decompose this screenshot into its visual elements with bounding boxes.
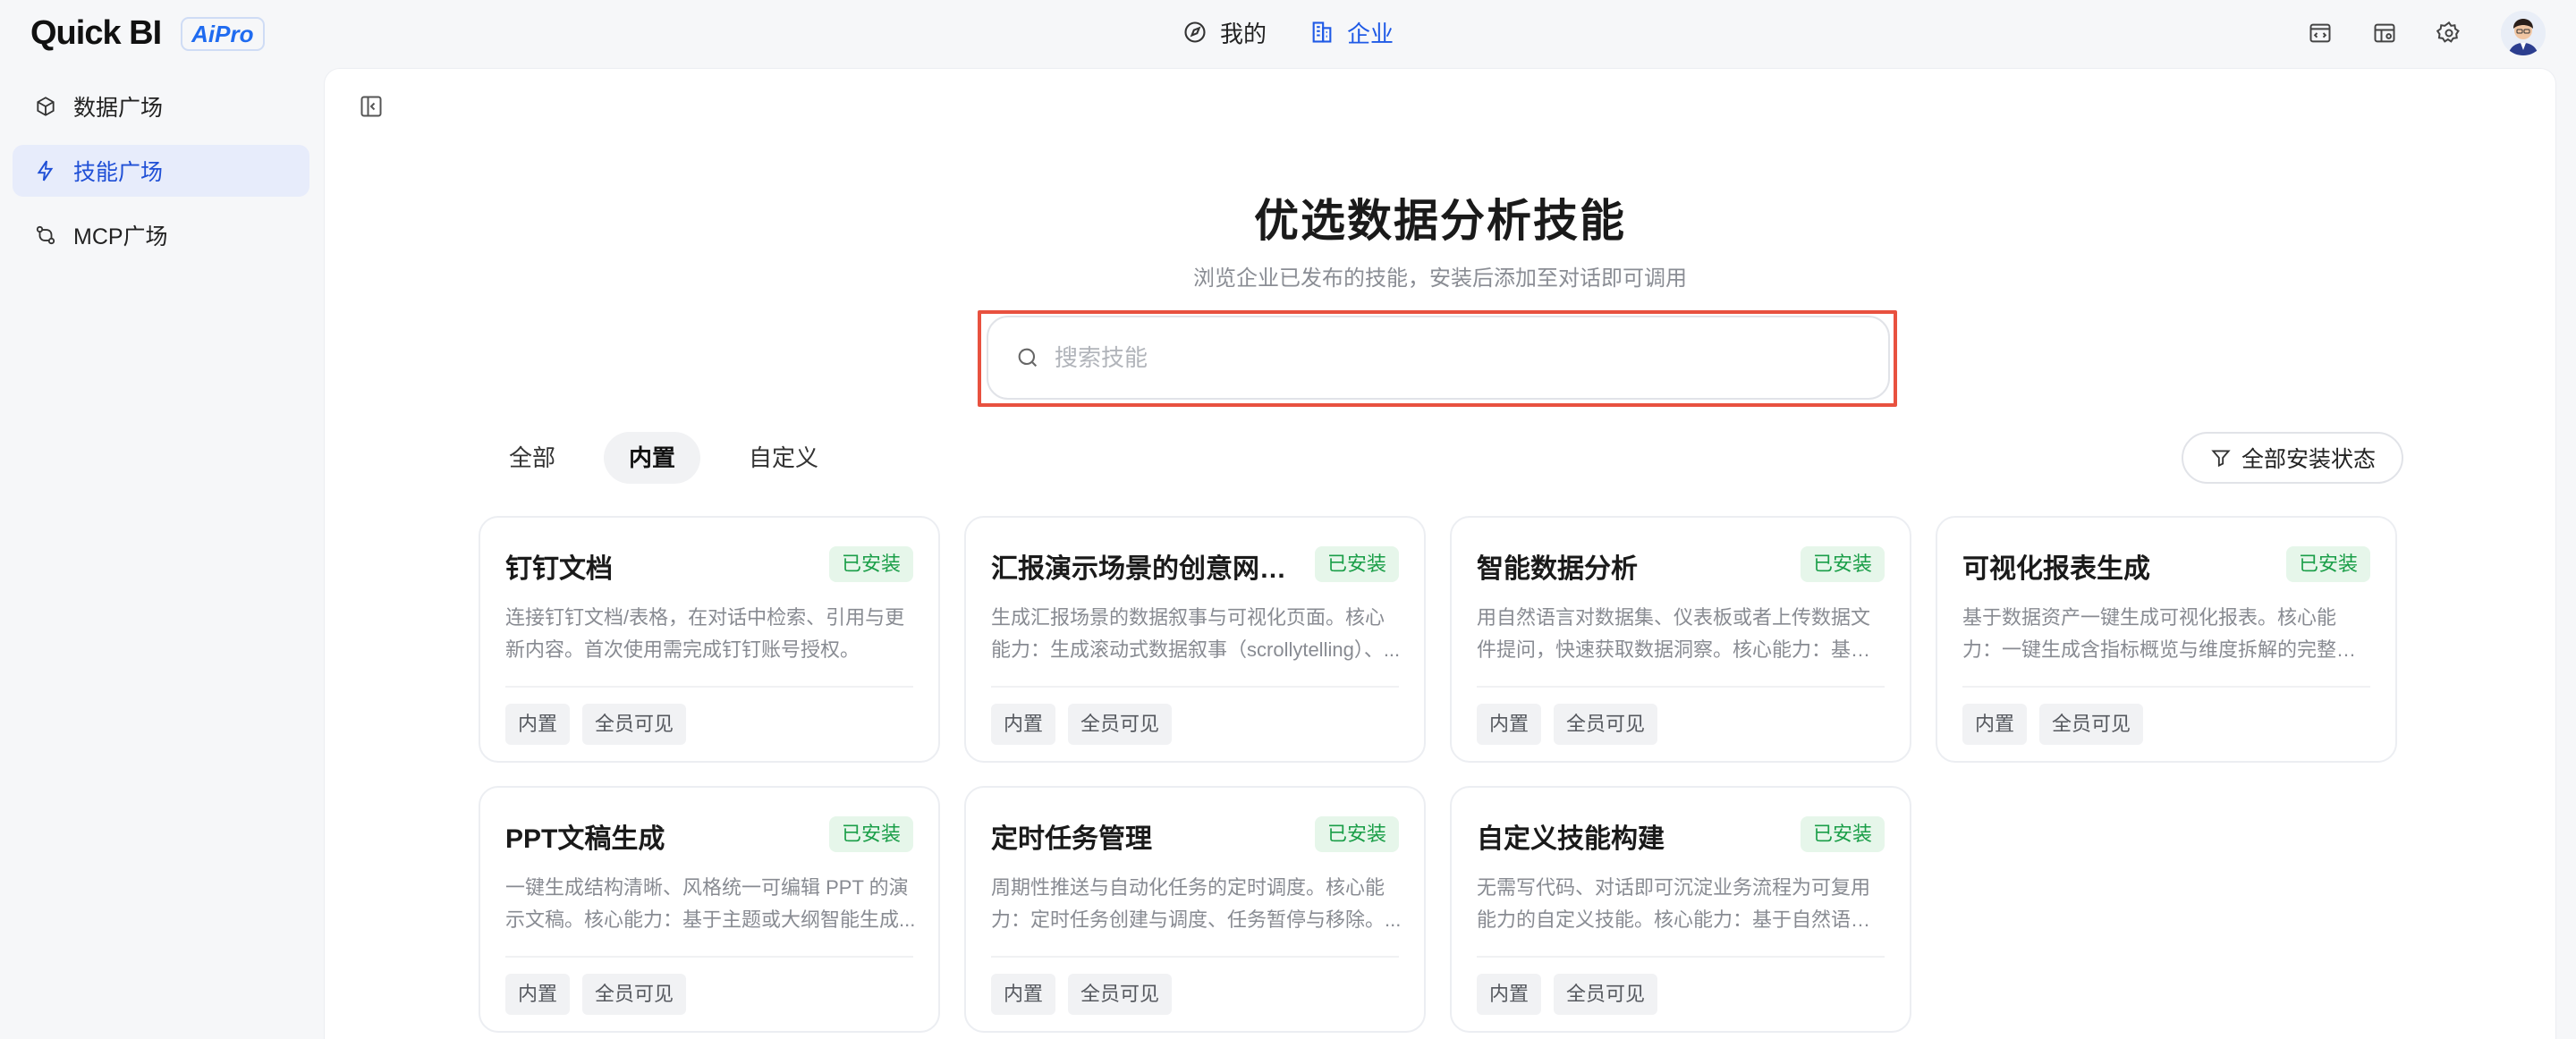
tag-visibility: 全员可见 (1068, 974, 1173, 1015)
installed-badge: 已安装 (1314, 546, 1399, 582)
main-panel: 优选数据分析技能 浏览企业已发布的技能，安装后添加至对话即可调用 全部 内置 自… (324, 68, 2556, 1039)
tag-builtin: 内置 (505, 704, 571, 745)
sidebar-item-skill-square[interactable]: 技能广场 (13, 145, 309, 197)
search-icon (1018, 348, 1038, 367)
card-divider (505, 956, 913, 958)
card-description: 基于数据资产一键生成可视化报表。核心能力：一键生成含指标概览与维度拆解的完整报表… (1962, 606, 2357, 661)
tag-visibility: 全员可见 (2039, 704, 2144, 745)
tag-builtin: 内置 (1477, 704, 1542, 745)
card-divider (991, 956, 1399, 958)
skill-card-scheduled-tasks[interactable]: 定时任务管理 已安装 周期性推送与自动化任务的定时调度。核心能力：定时任务创建与… (964, 786, 1426, 1033)
tag-visibility: 全员可见 (1554, 704, 1658, 745)
lightning-icon (37, 160, 54, 182)
filter-label: 全部安装状态 (2241, 447, 2376, 472)
card-tags: 内置 全员可见 (505, 704, 687, 745)
card-description: 无需写代码、对话即可沉淀业务流程为可复用能力的自定义技能。核心能力：基于自然语言… (1477, 876, 1871, 931)
sidebar: 数据广场 技能广场 MCP广场 (13, 80, 309, 274)
skill-card-dingtalk-docs[interactable]: 钉钉文档 已安装 连接钉钉文档/表格，在对话中检索、引用与更新内容。首次使用需完… (479, 516, 940, 763)
top-bar: Quick BI AiPro 我的 企业 (0, 0, 2576, 66)
table-settings-icon[interactable] (2372, 21, 2397, 46)
tab-builtin[interactable]: 内置 (604, 432, 701, 484)
category-tabs: 全部 内置 自定义 (484, 432, 843, 484)
card-tags: 内置 全员可见 (505, 974, 687, 1015)
tag-visibility: 全员可见 (1068, 704, 1173, 745)
avatar[interactable] (2501, 11, 2546, 55)
skill-card-ppt[interactable]: PPT文稿生成 已安装 一键生成结构清晰、风格统一可编辑 PPT 的演示文稿。核… (479, 786, 940, 1033)
code-window-icon[interactable] (2308, 21, 2333, 46)
card-tags: 内置 全员可见 (1477, 974, 1658, 1015)
user-avatar-icon (2501, 11, 2546, 55)
page-subtitle: 浏览企业已发布的技能，安装后添加至对话即可调用 (1193, 266, 1687, 291)
link-nodes-icon (36, 225, 55, 245)
topnav-label: 我的 (1220, 20, 1267, 47)
tab-custom[interactable]: 自定义 (724, 432, 843, 484)
installed-badge: 已安装 (1314, 816, 1399, 852)
card-title: 定时任务管理 (991, 824, 1152, 854)
card-divider (505, 686, 913, 688)
card-title: 钉钉文档 (505, 554, 613, 584)
card-divider (1477, 956, 1885, 958)
installed-badge: 已安装 (828, 546, 913, 582)
skill-card-smart-analysis[interactable]: 智能数据分析 已安装 用自然语言对数据集、仪表板或者上传数据文件提问，快速获取数… (1450, 516, 1911, 763)
search-box[interactable] (987, 316, 1890, 400)
search-input[interactable] (1055, 343, 1860, 372)
installed-badge: 已安装 (1800, 816, 1885, 852)
card-description: 生成汇报场景的数据叙事与可视化页面。核心能力：生成滚动式数据叙事（scrolly… (991, 606, 1401, 661)
install-status-filter[interactable]: 全部安装状态 (2182, 432, 2403, 484)
card-title: 汇报演示场景的创意网页... (991, 554, 1295, 584)
card-divider (991, 686, 1399, 688)
logo-badge: AiPro (181, 16, 265, 51)
top-right-actions (2308, 11, 2546, 55)
installed-badge: 已安装 (2285, 546, 2370, 582)
card-title: 自定义技能构建 (1477, 824, 1665, 854)
logo-text: Quick BI (30, 14, 162, 52)
installed-badge: 已安装 (828, 816, 913, 852)
page-title: 优选数据分析技能 (1254, 196, 1626, 246)
logo[interactable]: Quick BI AiPro (30, 14, 265, 53)
skill-card-custom-builder[interactable]: 自定义技能构建 已安装 无需写代码、对话即可沉淀业务流程为可复用能力的自定义技能… (1450, 786, 1911, 1033)
card-tags: 内置 全员可见 (1477, 704, 1658, 745)
filter-icon (2211, 450, 2231, 468)
topnav-item-enterprise[interactable]: 企业 (1309, 13, 1394, 52)
skill-card-visual-report[interactable]: 可视化报表生成 已安装 基于数据资产一键生成可视化报表。核心能力：一键生成含指标… (1936, 516, 2397, 763)
tag-visibility: 全员可见 (582, 974, 687, 1015)
skill-card-report-webpage[interactable]: 汇报演示场景的创意网页... 已安装 生成汇报场景的数据叙事与可视化页面。核心能… (964, 516, 1426, 763)
sidebar-collapse-icon[interactable] (359, 94, 384, 119)
sidebar-item-data-square[interactable]: 数据广场 (13, 80, 309, 132)
card-title: 智能数据分析 (1477, 554, 1638, 584)
installed-badge: 已安装 (1800, 546, 1885, 582)
card-tags: 内置 全员可见 (1962, 704, 2144, 745)
tag-builtin: 内置 (505, 974, 571, 1015)
tag-builtin: 内置 (991, 974, 1056, 1015)
cube-icon (37, 97, 55, 116)
card-description: 周期性推送与自动化任务的定时调度。核心能力：定时任务创建与调度、任务暂停与移除。… (991, 876, 1402, 931)
card-description: 一键生成结构清晰、风格统一可编辑 PPT 的演示文稿。核心能力：基于主题或大纲智… (505, 876, 916, 931)
building-icon (1312, 21, 1332, 43)
card-divider (1477, 686, 1885, 688)
top-nav: 我的 企业 (1182, 13, 1394, 52)
compass-icon (1184, 21, 1206, 43)
card-divider (1962, 686, 2370, 688)
tag-builtin: 内置 (1477, 974, 1542, 1015)
tag-builtin: 内置 (991, 704, 1056, 745)
card-tags: 内置 全员可见 (991, 704, 1173, 745)
tab-all[interactable]: 全部 (484, 432, 580, 484)
card-description: 连接钉钉文档/表格，在对话中检索、引用与更新内容。首次使用需完成钉钉账号授权。 (505, 606, 905, 661)
card-tags: 内置 全员可见 (991, 974, 1173, 1015)
sidebar-item-label: MCP广场 (73, 224, 168, 249)
tag-visibility: 全员可见 (1554, 974, 1658, 1015)
tag-visibility: 全员可见 (582, 704, 687, 745)
tag-builtin: 内置 (1962, 704, 2028, 745)
card-title: 可视化报表生成 (1962, 554, 2150, 584)
topnav-label: 企业 (1347, 20, 1394, 47)
sidebar-item-mcp-square[interactable]: MCP广场 (13, 209, 309, 261)
card-description: 用自然语言对数据集、仪表板或者上传数据文件提问，快速获取数据洞察。核心能力：基于… (1477, 606, 1871, 661)
topnav-item-mine[interactable]: 我的 (1182, 13, 1267, 52)
card-title: PPT文稿生成 (505, 824, 665, 854)
sidebar-item-label: 技能广场 (73, 160, 164, 185)
sidebar-item-label: 数据广场 (73, 96, 164, 121)
gear-icon[interactable] (2436, 21, 2462, 46)
